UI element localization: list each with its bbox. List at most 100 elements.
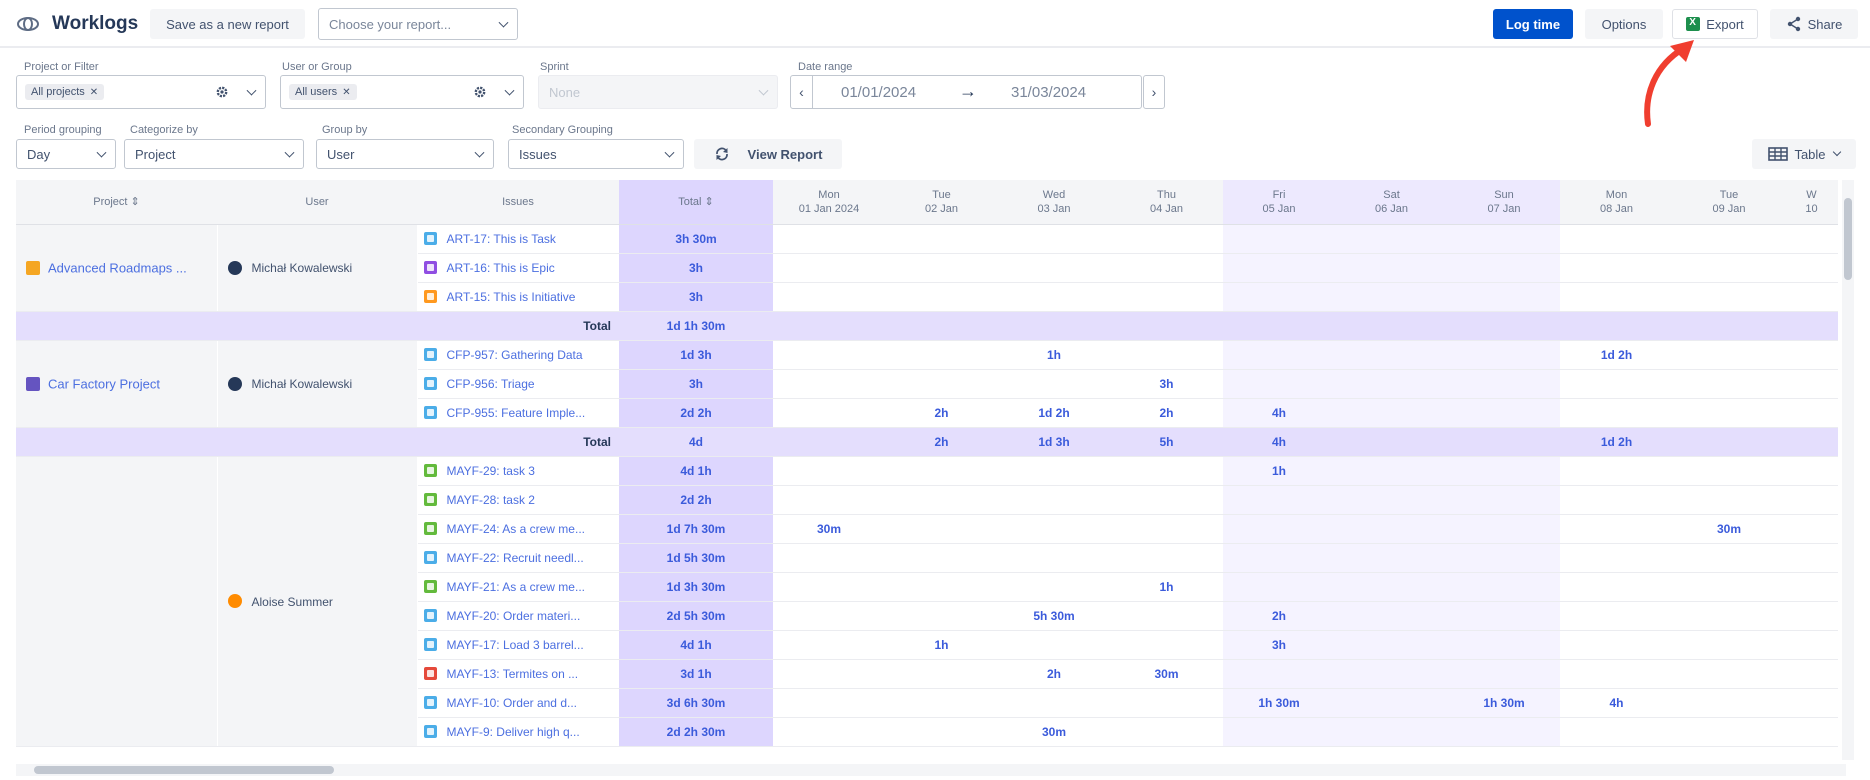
worklog-cell[interactable] [773, 572, 885, 602]
issue-cell[interactable]: MAYF-29: task 3 [417, 456, 619, 486]
worklog-cell[interactable] [885, 514, 998, 544]
worklog-cell[interactable] [1673, 369, 1785, 399]
options-button[interactable]: Options [1585, 9, 1663, 39]
total-column-header[interactable]: Total ⇕ [619, 180, 773, 225]
worklog-cell[interactable] [1673, 340, 1785, 370]
worklog-cell[interactable] [1110, 717, 1223, 747]
worklog-cell[interactable] [1335, 253, 1448, 283]
worklog-cell[interactable] [1223, 543, 1335, 573]
horizontal-scroll-thumb[interactable] [34, 766, 334, 774]
worklog-cell[interactable] [1785, 688, 1838, 718]
issue-cell[interactable]: MAYF-13: Termites on ... [417, 659, 619, 689]
worklog-cell[interactable] [1560, 224, 1673, 254]
issue-cell[interactable]: CFP-957: Gathering Data [417, 340, 619, 370]
issue-cell[interactable]: MAYF-21: As a crew me... [417, 572, 619, 602]
worklog-cell[interactable] [1448, 717, 1560, 747]
worklog-cell[interactable] [1335, 601, 1448, 631]
worklog-cell[interactable] [885, 369, 998, 399]
worklog-cell[interactable] [1785, 630, 1838, 660]
worklog-cell[interactable] [1673, 659, 1785, 689]
worklog-cell[interactable]: 1h [1223, 456, 1335, 486]
share-button[interactable]: Share [1770, 9, 1858, 39]
issue-link[interactable]: MAYF-9: Deliver high q... [447, 725, 580, 739]
worklog-cell[interactable] [1335, 340, 1448, 370]
worklog-cell[interactable] [998, 224, 1110, 254]
worklog-cell[interactable] [1785, 340, 1838, 370]
worklog-cell[interactable] [885, 717, 998, 747]
date-from-input[interactable]: 01/01/2024 [841, 84, 916, 101]
worklog-cell[interactable] [1335, 369, 1448, 399]
worklog-cell[interactable] [1110, 456, 1223, 486]
remove-chip-icon[interactable]: ✕ [90, 87, 98, 98]
worklog-cell[interactable] [1223, 369, 1335, 399]
worklog-cell[interactable] [1448, 572, 1560, 602]
worklog-cell[interactable]: 2h [998, 659, 1110, 689]
worklog-cell[interactable] [1335, 485, 1448, 515]
worklog-cell[interactable] [1335, 688, 1448, 718]
worklog-cell[interactable] [773, 630, 885, 660]
worklog-cell[interactable] [1335, 572, 1448, 602]
issue-link[interactable]: MAYF-13: Termites on ... [447, 667, 579, 681]
issue-cell[interactable]: ART-15: This is Initiative [417, 282, 619, 312]
issue-link[interactable]: MAYF-10: Order and d... [447, 696, 578, 710]
worklog-cell[interactable] [773, 398, 885, 428]
horizontal-scrollbar[interactable] [16, 764, 1846, 776]
worklog-cell[interactable] [1673, 398, 1785, 428]
worklog-cell[interactable] [998, 514, 1110, 544]
vertical-scroll-thumb[interactable] [1844, 198, 1852, 280]
worklog-cell[interactable] [1335, 717, 1448, 747]
worklog-cell[interactable] [885, 688, 998, 718]
issue-link[interactable]: MAYF-24: As a crew me... [447, 522, 585, 536]
worklog-cell[interactable] [1110, 224, 1223, 254]
worklog-cell[interactable]: 2h [1110, 398, 1223, 428]
categorize-select[interactable]: Project [124, 139, 304, 169]
worklog-cell[interactable] [1560, 398, 1673, 428]
worklog-cell[interactable] [1785, 456, 1838, 486]
worklog-cell[interactable]: 2h [1223, 601, 1335, 631]
worklog-cell[interactable] [1448, 630, 1560, 660]
worklog-cell[interactable] [1223, 224, 1335, 254]
worklog-cell[interactable] [1335, 630, 1448, 660]
worklog-cell[interactable] [1560, 282, 1673, 312]
worklog-cell[interactable] [1560, 485, 1673, 515]
issue-link[interactable]: ART-16: This is Epic [447, 261, 555, 275]
worklog-cell[interactable] [1335, 543, 1448, 573]
worklog-cell[interactable] [1448, 659, 1560, 689]
day-column-header[interactable]: Mon 08 Jan [1560, 180, 1673, 225]
worklog-cell[interactable] [1335, 456, 1448, 486]
worklog-cell[interactable] [773, 369, 885, 399]
worklog-cell[interactable] [1448, 282, 1560, 312]
worklog-cell[interactable]: 1h [885, 630, 998, 660]
worklog-cell[interactable] [1110, 282, 1223, 312]
worklog-cell[interactable] [885, 340, 998, 370]
worklog-cell[interactable] [1223, 253, 1335, 283]
worklog-cell[interactable]: 1d 2h [998, 398, 1110, 428]
worklog-cell[interactable] [1223, 340, 1335, 370]
project-link[interactable]: Car Factory Project [48, 376, 160, 391]
issue-link[interactable]: ART-17: This is Task [447, 232, 556, 246]
worklog-cell[interactable] [1110, 485, 1223, 515]
project-filter-select[interactable]: All projects ✕ [16, 75, 266, 109]
worklog-cell[interactable] [1335, 398, 1448, 428]
worklog-cell[interactable] [773, 253, 885, 283]
worklog-cell[interactable] [1223, 572, 1335, 602]
worklog-cell[interactable]: 4h [1560, 688, 1673, 718]
project-chip[interactable]: All projects ✕ [25, 84, 105, 100]
worklog-cell[interactable] [1448, 369, 1560, 399]
issue-link[interactable]: ART-15: This is Initiative [447, 290, 576, 304]
worklog-cell[interactable] [773, 456, 885, 486]
worklog-cell[interactable]: 30m [773, 514, 885, 544]
worklog-cell[interactable] [773, 717, 885, 747]
worklog-cell[interactable] [1785, 224, 1838, 254]
worklog-cell[interactable] [998, 543, 1110, 573]
worklog-cell[interactable] [885, 224, 998, 254]
worklog-cell[interactable] [1448, 601, 1560, 631]
vertical-scrollbar[interactable] [1842, 180, 1854, 760]
worklog-cell[interactable] [1110, 688, 1223, 718]
worklog-cell[interactable]: 30m [1110, 659, 1223, 689]
sprint-select[interactable]: None [538, 75, 778, 109]
worklog-cell[interactable] [1110, 601, 1223, 631]
user-chip[interactable]: All users ✕ [289, 84, 357, 100]
worklog-cell[interactable] [1673, 456, 1785, 486]
issue-cell[interactable]: MAYF-24: As a crew me... [417, 514, 619, 544]
